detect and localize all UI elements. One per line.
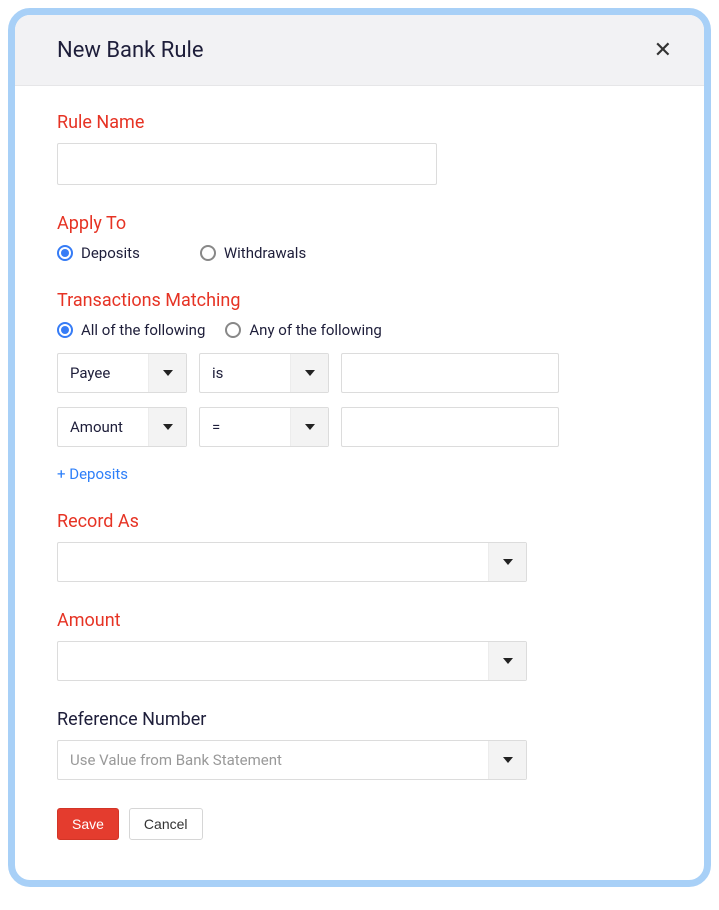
chevron-down-icon [163,424,173,430]
criteria-value-input[interactable] [341,407,559,447]
radio-selected-icon [57,245,73,261]
caret-button [488,543,526,581]
reference-section: Reference Number Use Value from Bank Sta… [57,709,662,780]
cancel-button[interactable]: Cancel [129,808,203,840]
close-icon: ✕ [654,37,672,62]
criteria-field-value: Payee [58,364,148,382]
radio-unselected-icon [225,322,241,338]
chevron-down-icon [503,658,513,664]
reference-value: Use Value from Bank Statement [58,751,488,769]
rule-name-input[interactable] [57,143,437,185]
caret-button [290,354,328,392]
criteria-operator-select[interactable]: = [199,407,329,447]
apply-to-label: Apply To [57,213,662,234]
reference-label: Reference Number [57,709,662,730]
amount-section: Amount [57,610,662,681]
reference-select[interactable]: Use Value from Bank Statement [57,740,527,780]
amount-label: Amount [57,610,662,631]
apply-to-radio-group: Deposits Withdrawals [57,244,662,262]
modal-container: New Bank Rule ✕ Rule Name Apply To Depos… [8,8,711,887]
radio-selected-icon [57,322,73,338]
rule-name-label: Rule Name [57,112,662,133]
add-criteria-link[interactable]: + Deposits [57,465,128,483]
amount-select[interactable] [57,641,527,681]
criteria-operator-select[interactable]: is [199,353,329,393]
radio-unselected-icon [200,245,216,261]
apply-to-section: Apply To Deposits Withdrawals [57,213,662,262]
modal-header: New Bank Rule ✕ [15,15,704,86]
criteria-field-select[interactable]: Amount [57,407,187,447]
chevron-down-icon [503,757,513,763]
criteria-operator-value: is [200,364,290,382]
match-any-radio[interactable]: Any of the following [225,321,381,339]
transactions-section: Transactions Matching All of the followi… [57,290,662,483]
criteria-row: Payee is [57,353,662,393]
modal-body: Rule Name Apply To Deposits Withdrawals … [15,86,704,880]
match-all-radio[interactable]: All of the following [57,321,205,339]
chevron-down-icon [503,559,513,565]
chevron-down-icon [305,424,315,430]
close-button[interactable]: ✕ [650,33,676,67]
transactions-label: Transactions Matching [57,290,662,311]
apply-to-withdrawals-radio[interactable]: Withdrawals [200,244,306,262]
criteria-field-select[interactable]: Payee [57,353,187,393]
match-mode-radio-group: All of the following Any of the followin… [57,321,662,339]
match-all-label: All of the following [81,321,205,339]
caret-button [148,354,186,392]
apply-to-withdrawals-label: Withdrawals [224,244,306,262]
save-button[interactable]: Save [57,808,119,840]
match-any-label: Any of the following [249,321,381,339]
button-row: Save Cancel [57,808,662,840]
chevron-down-icon [305,370,315,376]
criteria-value-input[interactable] [341,353,559,393]
caret-button [148,408,186,446]
caret-button [488,741,526,779]
apply-to-deposits-label: Deposits [81,244,140,262]
criteria-field-value: Amount [58,418,148,436]
record-as-label: Record As [57,511,662,532]
chevron-down-icon [163,370,173,376]
caret-button [488,642,526,680]
rule-name-section: Rule Name [57,112,662,185]
record-as-select[interactable] [57,542,527,582]
criteria-row: Amount = [57,407,662,447]
modal-title: New Bank Rule [57,38,203,63]
record-as-section: Record As [57,511,662,582]
criteria-operator-value: = [200,418,290,436]
apply-to-deposits-radio[interactable]: Deposits [57,244,140,262]
caret-button [290,408,328,446]
